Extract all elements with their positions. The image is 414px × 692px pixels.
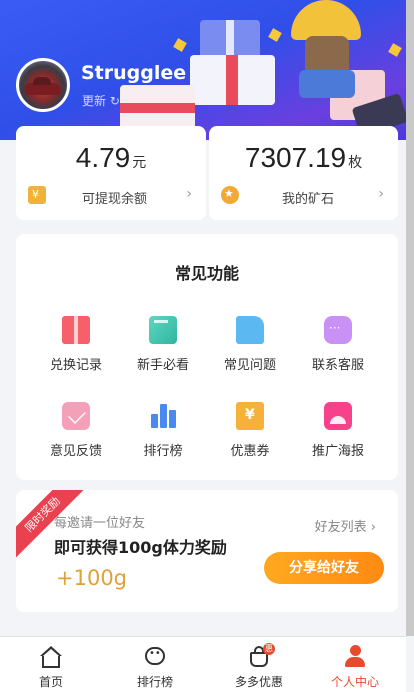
common-features-panel: 常见功能 兑换记录 新手必看 常见问题 联系客服 意见反馈 排行榜 优惠券 推广… <box>16 234 398 480</box>
feature-label: 意见反馈 <box>49 444 102 459</box>
feature-faq[interactable]: 常见问题 <box>210 316 290 373</box>
feature-promo-poster[interactable]: 推广海报 <box>298 402 378 459</box>
feature-coupons[interactable]: 优惠券 <box>210 402 290 459</box>
shopping-bag-icon: 惠 <box>247 643 275 669</box>
invite-title: 即可获得100g体力奖励 <box>54 538 227 557</box>
balance-label: 可提现余额 <box>82 192 148 207</box>
username: Strugglee <box>81 62 187 84</box>
feature-label: 联系客服 <box>311 358 364 373</box>
coupon-icon <box>236 402 264 430</box>
gift-icon <box>62 316 90 344</box>
feature-label: 新手必看 <box>136 358 189 373</box>
decorative-coin <box>173 38 187 52</box>
friends-list-link[interactable]: 好友列表 › <box>315 516 376 535</box>
tab-leaderboard[interactable]: •• 排行榜 <box>104 637 206 692</box>
feature-label: 兑换记录 <box>49 358 102 373</box>
feature-label: 优惠券 <box>230 444 270 459</box>
home-icon <box>39 645 63 669</box>
tab-label: 排行榜 <box>136 675 173 689</box>
invite-subtitle: 每邀请一位好友 <box>54 516 146 531</box>
tab-label: 个人中心 <box>330 675 379 689</box>
feature-contact-service[interactable]: 联系客服 <box>298 316 378 373</box>
invite-bonus: +100g <box>56 566 128 590</box>
decorative-coin <box>268 28 282 42</box>
mail-icon <box>62 402 90 430</box>
yuan-wallet-icon <box>28 186 46 204</box>
deal-badge: 惠 <box>263 643 275 655</box>
avatar[interactable] <box>16 58 70 112</box>
decorative-character <box>285 0 365 98</box>
bottom-tab-bar: 首页 •• 排行榜 惠 多多优惠 个人中心 <box>0 636 406 692</box>
tab-home[interactable]: 首页 <box>0 637 102 692</box>
tab-personal-center[interactable]: 个人中心 <box>304 637 406 692</box>
update-link[interactable]: 更新 ↻ <box>82 92 120 109</box>
invite-friends-card: 限时奖励 每邀请一位好友 即可获得100g体力奖励 +100g 好友列表 › 分… <box>16 490 398 612</box>
chevron-right-icon: › <box>186 186 192 202</box>
feature-label: 常见问题 <box>223 358 276 373</box>
tab-label: 首页 <box>38 675 63 689</box>
feature-beginner-guide[interactable]: 新手必看 <box>123 316 203 373</box>
chat-icon <box>324 316 352 344</box>
decorative-coin <box>388 43 402 57</box>
feature-leaderboard[interactable]: 排行榜 <box>123 402 203 459</box>
chevron-right-icon: › <box>378 186 384 202</box>
star-coin-icon <box>221 186 239 204</box>
feature-feedback[interactable]: 意见反馈 <box>36 402 116 459</box>
ore-balance-card[interactable]: 7307.19枚 我的矿石 › <box>209 126 398 220</box>
poster-icon <box>324 402 352 430</box>
feature-exchange-records[interactable]: 兑换记录 <box>36 316 116 373</box>
profile-header: Strugglee 更新 ↻ <box>0 0 406 140</box>
feature-label: 推广海报 <box>311 444 364 459</box>
share-to-friends-button[interactable]: 分享给好友 <box>264 552 384 584</box>
tab-label: 多多优惠 <box>234 675 283 689</box>
ore-amount: 7307.19 枚 <box>244 142 363 173</box>
scrollbar[interactable] <box>406 0 414 636</box>
decorative-gift <box>200 20 260 60</box>
rank-icon: •• <box>143 645 167 669</box>
tab-deals[interactable]: 惠 多多优惠 <box>208 637 310 692</box>
ore-label: 我的矿石 <box>282 192 335 207</box>
user-icon <box>343 645 367 669</box>
book-icon <box>149 316 177 344</box>
document-icon <box>236 316 264 344</box>
features-title: 常见功能 <box>174 264 239 283</box>
balance-amount: 4.79 元 <box>75 142 147 173</box>
feature-label: 排行榜 <box>143 444 183 459</box>
decorative-gift <box>190 55 275 105</box>
bar-chart-icon <box>149 402 177 430</box>
withdrawable-balance-card[interactable]: 4.79元 可提现余额 › <box>16 126 206 220</box>
